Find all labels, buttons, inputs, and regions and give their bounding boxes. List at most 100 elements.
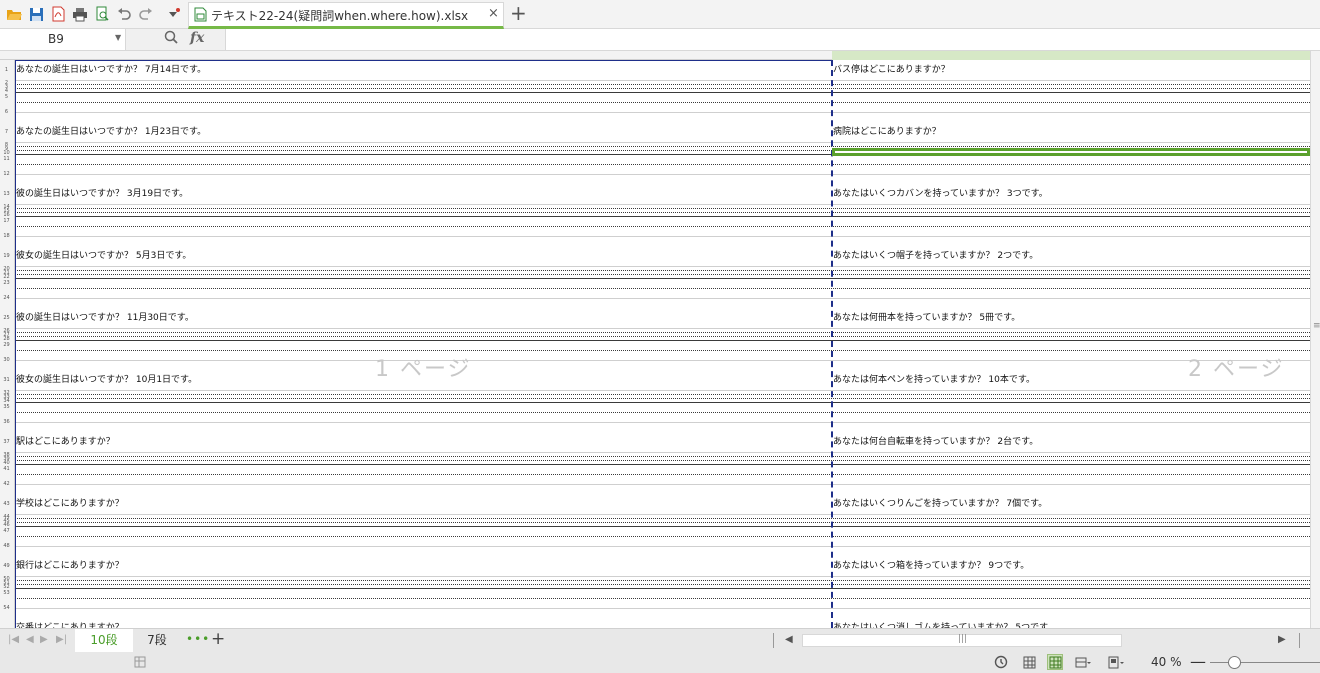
row-number[interactable]: 5 xyxy=(0,94,13,100)
row-gridline xyxy=(15,112,1310,113)
horizontal-scrollbar[interactable]: ||| xyxy=(802,634,1122,647)
row-number[interactable]: 49 xyxy=(0,563,13,569)
row-number[interactable]: 31 xyxy=(0,377,13,383)
cell-column-a[interactable]: あなたの誕生日はいつですか？ 1月23日です。 xyxy=(16,127,206,137)
file-tab[interactable]: テキスト22-24(疑問詞when.where.how).xlsx × xyxy=(188,2,504,29)
reading-mode-icon[interactable] xyxy=(1108,654,1124,670)
row-number[interactable]: 12 xyxy=(0,171,13,177)
row-gridline xyxy=(15,576,1310,577)
zoom-out-button[interactable]: — xyxy=(1190,652,1206,671)
new-tab-button[interactable]: + xyxy=(510,2,527,24)
selected-column-header[interactable] xyxy=(832,51,1310,60)
sheet-tab-active[interactable]: 10段 xyxy=(75,629,133,652)
spreadsheet-app: テキスト22-24(疑問詞when.where.how).xlsx × + B9… xyxy=(0,0,1320,673)
row-number[interactable]: 35 xyxy=(0,404,13,410)
cell-column-a[interactable]: 彼の誕生日はいつですか？ 3月19日です。 xyxy=(16,189,188,199)
cell-column-b[interactable]: あなたは何本ペンを持っていますか？ 10本です。 xyxy=(833,375,1035,385)
first-sheet-icon[interactable]: |◀ xyxy=(8,634,19,645)
row-header-bar[interactable]: 1 2 3 4 5 6 7 8 9 10 11 12 13 14 15 16 17 18 19 20 21 22 23 24 2… xyxy=(0,60,15,628)
row-number[interactable]: 1 xyxy=(0,67,13,73)
chevron-down-icon[interactable]: ▼ xyxy=(115,33,121,42)
row-number[interactable]: 47 xyxy=(0,528,13,534)
cell-column-a[interactable]: あなたの誕生日はいつですか？ 7月14日です。 xyxy=(16,65,206,75)
cell-column-b[interactable]: あなたはいくつ箱を持っていますか？ 9つです。 xyxy=(833,561,1029,571)
column-header-bar[interactable] xyxy=(0,51,1310,60)
row-gridline xyxy=(15,92,1310,93)
row-number[interactable]: 36 xyxy=(0,419,13,425)
page-break-line[interactable] xyxy=(831,60,833,628)
page-break-view-icon[interactable] xyxy=(1047,654,1063,670)
row-gridline xyxy=(15,412,1310,413)
prev-sheet-icon[interactable]: ◀ xyxy=(26,634,34,645)
row-gridline xyxy=(15,236,1310,237)
export-pdf-icon[interactable] xyxy=(49,5,67,23)
page-2-label: 2 ページ xyxy=(1188,357,1285,382)
row-number[interactable]: 13 xyxy=(0,191,13,197)
history-icon[interactable] xyxy=(993,654,1009,670)
add-sheet-button[interactable]: + xyxy=(211,629,225,649)
row-number[interactable]: 48 xyxy=(0,543,13,549)
row-number[interactable]: 18 xyxy=(0,233,13,239)
row-number[interactable]: 19 xyxy=(0,253,13,259)
cell-column-b[interactable]: 病院はどこにありますか？ xyxy=(833,127,941,137)
cell-column-b[interactable]: バス停はどこにありますか？ xyxy=(833,65,950,75)
next-sheet-icon[interactable]: ▶ xyxy=(40,634,48,645)
row-number[interactable]: 37 xyxy=(0,439,13,445)
scroll-left-icon[interactable]: ◀ xyxy=(785,634,793,645)
scroll-grip-icon[interactable]: ||| xyxy=(958,634,967,644)
row-gridline xyxy=(15,288,1310,289)
print-preview-icon[interactable] xyxy=(93,5,111,23)
row-number[interactable]: 17 xyxy=(0,218,13,224)
zoom-slider-thumb[interactable] xyxy=(1228,656,1241,669)
row-number[interactable]: 11 xyxy=(0,156,13,162)
selected-cell-b9[interactable] xyxy=(832,148,1310,156)
cell-column-a[interactable]: 銀行はどこにありますか？ xyxy=(16,561,124,571)
vertical-scrollbar[interactable]: ≡ xyxy=(1310,51,1320,628)
search-formula-icon[interactable] xyxy=(164,30,178,48)
row-gridline xyxy=(15,216,1310,217)
cell-column-a[interactable]: 彼女の誕生日はいつですか？ 5月3日です。 xyxy=(16,251,191,261)
undo-icon[interactable] xyxy=(115,5,133,23)
row-number[interactable]: 25 xyxy=(0,315,13,321)
page-layout-icon[interactable] xyxy=(1075,654,1091,670)
cell-column-b[interactable]: あなたはいくつカバンを持っていますか？ 3つです。 xyxy=(833,189,1048,199)
row-number[interactable]: 23 xyxy=(0,280,13,286)
redo-icon[interactable] xyxy=(137,5,155,23)
folder-open-icon[interactable] xyxy=(5,5,23,23)
customize-dropdown-icon[interactable] xyxy=(165,5,183,23)
zoom-slider-track[interactable] xyxy=(1210,662,1320,663)
function-icon[interactable]: fx xyxy=(190,30,204,46)
row-number[interactable]: 41 xyxy=(0,466,13,472)
cell-column-b[interactable]: あなたはいくつ帽子を持っていますか？ 2つです。 xyxy=(833,251,1038,261)
row-gridline xyxy=(15,88,1310,89)
cell-column-a[interactable]: 彼女の誕生日はいつですか？ 10月1日です。 xyxy=(16,375,197,385)
worksheet-grid[interactable]: 1 2 3 4 5 6 7 8 9 10 11 12 13 14 15 16 17 18 19 20 21 22 23 24 2… xyxy=(0,51,1310,628)
sheet-tab[interactable]: 7段 xyxy=(137,629,177,652)
row-number[interactable]: 24 xyxy=(0,295,13,301)
cell-column-b[interactable]: あなたはいくつりんごを持っていますか？ 7個です。 xyxy=(833,499,1047,509)
row-gridline xyxy=(15,350,1310,351)
save-icon[interactable] xyxy=(27,5,45,23)
last-sheet-icon[interactable]: ▶| xyxy=(56,634,67,645)
row-number[interactable]: 54 xyxy=(0,605,13,611)
row-number[interactable]: 53 xyxy=(0,590,13,596)
cell-column-a[interactable]: 駅はどこにありますか？ xyxy=(16,437,115,447)
row-number[interactable]: 6 xyxy=(0,109,13,115)
row-number[interactable]: 7 xyxy=(0,129,13,135)
print-icon[interactable] xyxy=(71,5,89,23)
row-gridline xyxy=(15,274,1310,275)
scroll-right-icon[interactable]: ▶ xyxy=(1278,634,1286,645)
cell-column-a[interactable]: 彼の誕生日はいつですか？ 11月30日です。 xyxy=(16,313,194,323)
name-box[interactable]: B9 ▼ xyxy=(0,29,126,50)
normal-view-icon[interactable] xyxy=(1021,654,1037,670)
row-number[interactable]: 42 xyxy=(0,481,13,487)
cell-column-b[interactable]: あなたは何台自転車を持っていますか？ 2台です。 xyxy=(833,437,1038,447)
row-number[interactable]: 43 xyxy=(0,501,13,507)
cell-column-b[interactable]: あなたは何冊本を持っていますか？ 5冊です。 xyxy=(833,313,1020,323)
more-sheets-icon[interactable]: ••• xyxy=(186,632,210,646)
cell-column-a[interactable]: 学校はどこにありますか？ xyxy=(16,499,124,509)
row-number[interactable]: 30 xyxy=(0,357,13,363)
row-number[interactable]: 29 xyxy=(0,342,13,348)
close-tab-icon[interactable]: × xyxy=(488,6,499,21)
scroll-grip-icon[interactable]: ≡ xyxy=(1313,321,1320,331)
